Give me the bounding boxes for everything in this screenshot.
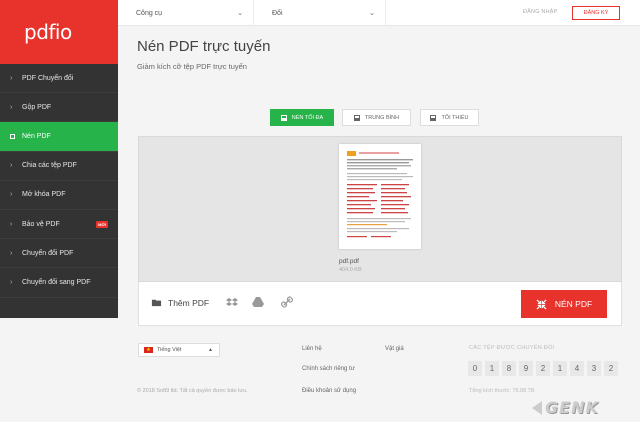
sidebar-item-label: Nén PDF xyxy=(22,132,51,140)
sidebar-item-unlock[interactable]: › Mở khóa PDF xyxy=(0,181,118,210)
mode-min-button[interactable]: TỐI THIỂU xyxy=(420,109,479,126)
counter-digit: 1 xyxy=(485,361,499,376)
chevron-right-icon: › xyxy=(10,103,13,111)
compress-pdf-label: NÉN PDF xyxy=(554,299,593,309)
counter-digit: 1 xyxy=(553,361,567,376)
sidebar-item-compress[interactable]: Nén PDF xyxy=(0,122,118,152)
file-name: pdf.pdf xyxy=(339,258,359,265)
sidebar-item-protect[interactable]: › Bảo vệ PDF MỚI xyxy=(0,210,118,240)
mode-max-button[interactable]: NÉN TỐI ĐA xyxy=(270,109,334,126)
sidebar-item-merge[interactable]: › Gộp PDF xyxy=(0,93,118,123)
counter-digit: 2 xyxy=(604,361,618,376)
sidebar-item-label: PDF Chuyển đổi xyxy=(22,74,74,82)
compression-min-icon xyxy=(430,114,437,121)
register-button[interactable]: ĐĂNG KÝ xyxy=(572,6,620,20)
tools-dropdown[interactable]: Công cụ ⌄ xyxy=(118,0,254,26)
compress-arrows-icon xyxy=(536,298,547,310)
sidebar-item-convert-pdf[interactable]: › Chuyển đổi PDF xyxy=(0,239,118,269)
convert-dropdown[interactable]: Đổi ⌄ xyxy=(254,0,386,26)
pdf-page-preview xyxy=(347,151,413,238)
sidebar-item-label: Gộp PDF xyxy=(22,103,52,111)
counter-digit: 3 xyxy=(587,361,601,376)
counter-digit: 4 xyxy=(570,361,584,376)
watermark-arrow-icon xyxy=(532,400,542,415)
vietnam-flag-icon: ★ xyxy=(144,347,153,353)
chevron-right-icon: › xyxy=(10,278,13,286)
page-title: Nén PDF trực tuyến xyxy=(137,38,271,55)
counter-digit: 0 xyxy=(468,361,482,376)
google-drive-icon[interactable] xyxy=(252,296,264,308)
tools-dropdown-label: Công cụ xyxy=(136,9,163,17)
action-bar: Thêm PDF NÉN PDF xyxy=(138,282,622,326)
sidebar-item-convert-to-pdf[interactable]: › Chuyển đổi sang PDF xyxy=(0,268,118,298)
new-badge: MỚI xyxy=(96,220,108,228)
top-bar: Công cụ ⌄ Đổi ⌄ ĐĂNG NHẬP ĐĂNG KÝ xyxy=(118,0,640,26)
language-label: Tiếng Việt xyxy=(157,347,182,353)
chevron-down-icon: ⌄ xyxy=(369,10,375,17)
watermark-text: GENK xyxy=(545,398,599,417)
privacy-link[interactable]: Chính sách riêng tư xyxy=(302,366,355,372)
copyright-text: © 2018 Soft9 ltd. Tất cả quyền được bảo … xyxy=(137,388,248,394)
sidebar: pdfio › PDF Chuyển đổi › Gộp PDF Nén PDF… xyxy=(0,0,118,318)
mode-max-label: NÉN TỐI ĐA xyxy=(291,114,324,121)
converted-files-counter: 0 1 8 9 2 1 4 3 2 xyxy=(468,361,618,376)
sidebar-item-label: Chuyển đổi sang PDF xyxy=(22,278,91,286)
pdf-thumbnail[interactable] xyxy=(339,144,421,249)
sidebar-item-label: Mở khóa PDF xyxy=(22,191,66,199)
sidebar-item-split[interactable]: › Chia các tệp PDF xyxy=(0,152,118,181)
folder-icon xyxy=(151,299,162,307)
link-icon[interactable] xyxy=(281,296,293,308)
login-link[interactable]: ĐĂNG NHẬP xyxy=(523,9,558,15)
add-pdf-label: Thêm PDF xyxy=(168,297,210,308)
page-subtitle: Giảm kích cỡ tệp PDF trực tuyến xyxy=(137,62,247,71)
language-select[interactable]: ★ Tiếng Việt ▲ xyxy=(138,343,220,357)
mode-medium-label: TRUNG BÌNH xyxy=(364,114,400,121)
file-drop-area[interactable]: pdf.pdf 404.0 KB xyxy=(138,136,622,282)
genk-watermark: GENK xyxy=(532,398,599,417)
compression-max-icon xyxy=(280,114,287,121)
counter-digit: 8 xyxy=(502,361,516,376)
compress-pdf-button[interactable]: NÉN PDF xyxy=(521,290,607,318)
contact-link[interactable]: Liên hệ xyxy=(302,346,322,352)
caret-up-icon: ▲ xyxy=(208,347,213,353)
total-size-text: Tổng kích thước: 78.88 TB xyxy=(469,388,535,394)
chevron-right-icon: › xyxy=(10,162,13,170)
compression-medium-icon xyxy=(353,114,360,121)
dropbox-icon[interactable] xyxy=(226,296,238,308)
chevron-down-icon: ⌄ xyxy=(237,10,243,17)
sidebar-item-label: Bảo vệ PDF xyxy=(22,220,60,228)
sidebar-item-label: Chia các tệp PDF xyxy=(22,162,77,170)
mode-min-label: TỐI THIỂU xyxy=(441,114,469,121)
logo-text: pdfio xyxy=(24,20,72,44)
counter-digit: 9 xyxy=(519,361,533,376)
sidebar-item-label: Chuyển đổi PDF xyxy=(22,249,74,257)
convert-dropdown-label: Đổi xyxy=(272,9,283,17)
mode-medium-button[interactable]: TRUNG BÌNH xyxy=(342,109,411,126)
chevron-right-icon: › xyxy=(10,249,13,257)
chevron-right-icon: › xyxy=(10,191,13,199)
pricing-link[interactable]: Vật giá xyxy=(385,346,404,352)
file-size: 404.0 KB xyxy=(339,267,362,273)
add-pdf-button[interactable]: Thêm PDF xyxy=(151,297,209,308)
converted-files-title: CÁC TỆP ĐƯỢC CHUYỂN ĐỔI xyxy=(469,345,555,351)
terms-link[interactable]: Điều khoản sử dụng xyxy=(302,388,356,394)
chevron-right-icon: › xyxy=(10,220,13,228)
sidebar-item-pdf-convert[interactable]: › PDF Chuyển đổi xyxy=(0,64,118,94)
counter-digit: 2 xyxy=(536,361,550,376)
chevron-right-icon: › xyxy=(10,74,13,82)
logo[interactable]: pdfio xyxy=(0,0,118,64)
square-icon xyxy=(10,133,15,139)
